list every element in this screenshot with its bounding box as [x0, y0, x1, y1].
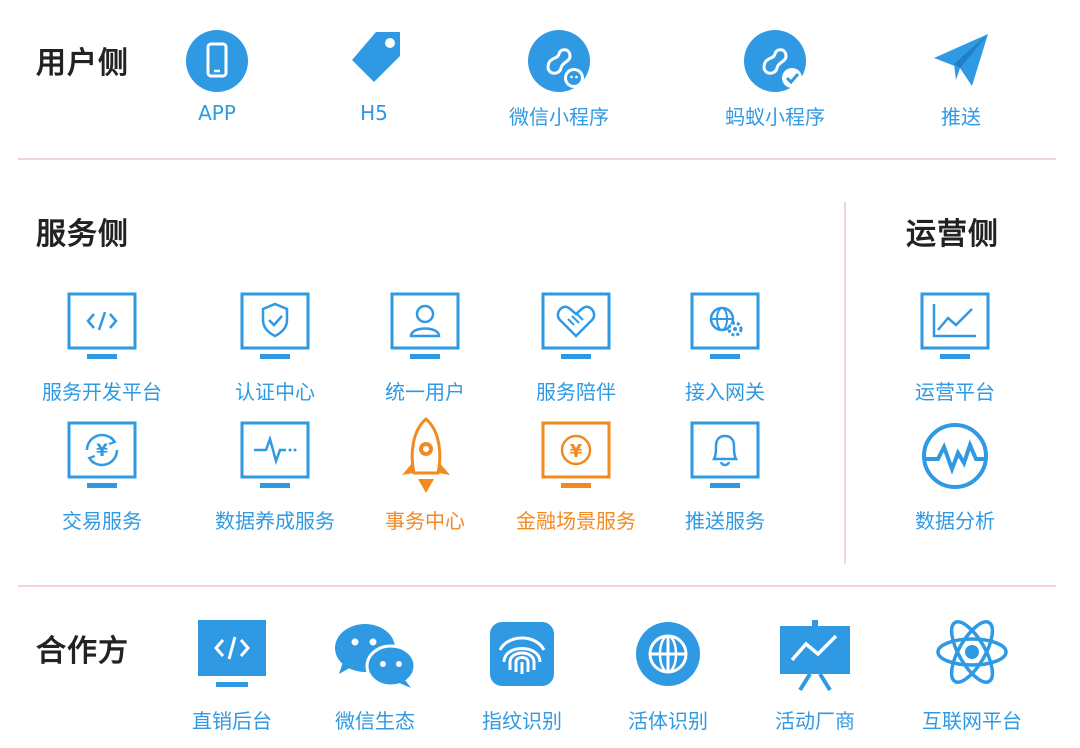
divider-top	[18, 158, 1056, 160]
rocket-icon	[396, 417, 456, 497]
user-item-label-h5: H5	[360, 101, 388, 125]
divider-bottom	[18, 585, 1056, 587]
svg-text:¥: ¥	[570, 441, 583, 462]
fingerprint-icon	[490, 622, 554, 686]
bell-monitor-icon	[690, 421, 760, 491]
wechat-icon	[333, 622, 417, 690]
pulse-monitor-icon	[240, 421, 310, 491]
svg-text:¥: ¥	[96, 441, 108, 461]
yen-monitor-icon: ¥	[541, 421, 611, 491]
phone-icon	[186, 30, 248, 92]
service-item-label: 接入网关	[685, 380, 765, 404]
line-chart-monitor-icon	[920, 292, 990, 362]
code-monitor-icon	[67, 292, 137, 362]
wechat-miniprogram-icon	[528, 30, 590, 92]
service-side-title: 服务侧	[36, 217, 129, 252]
code-screen-icon	[198, 620, 266, 690]
user-monitor-icon	[390, 292, 460, 362]
shield-check-monitor-icon	[240, 292, 310, 362]
user-item-label-alipay-miniprogram: 蚂蚁小程序	[725, 105, 825, 129]
ops-item-label: 数据分析	[915, 509, 995, 533]
atom-icon	[936, 616, 1008, 688]
tag-icon	[348, 30, 404, 86]
user-item-label-wechat-miniprogram: 微信小程序	[509, 105, 609, 129]
presentation-board-icon	[780, 620, 850, 692]
partner-item-label: 互联网平台	[922, 709, 1022, 733]
service-item-label: 交易服务	[62, 509, 142, 533]
user-item-label-push: 推送	[941, 105, 981, 129]
divider-vertical	[844, 202, 846, 564]
paper-plane-icon	[932, 32, 990, 88]
architecture-diagram: 用户侧 APP H5 微信小程序 蚂蚁小程序 推送 服务侧 运营侧 服务开发平台…	[0, 0, 1080, 748]
partners-title: 合作方	[36, 634, 129, 669]
service-item-label: 服务开发平台	[42, 380, 162, 404]
ops-item-label: 运营平台	[915, 380, 995, 404]
globe-gear-monitor-icon	[690, 292, 760, 362]
yen-cycle-monitor-icon: ¥	[67, 421, 137, 491]
face-globe-icon	[636, 622, 700, 686]
ops-side-title: 运营侧	[906, 217, 999, 252]
handshake-heart-monitor-icon	[541, 292, 611, 362]
alipay-miniprogram-icon	[744, 30, 806, 92]
analytics-circle-icon	[920, 421, 990, 491]
user-side-title: 用户侧	[36, 46, 129, 81]
service-item-label: 推送服务	[685, 509, 765, 533]
